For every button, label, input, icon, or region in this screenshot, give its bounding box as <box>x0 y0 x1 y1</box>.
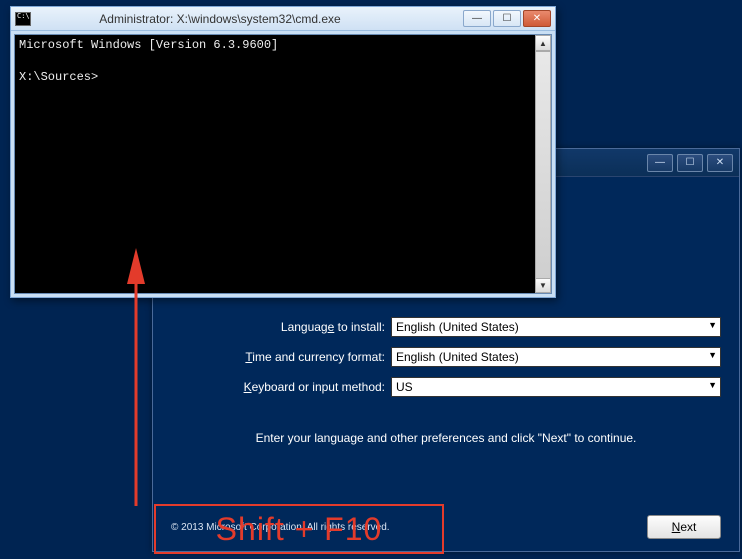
language-value: English (United States) <box>396 320 519 334</box>
next-button[interactable]: Next <box>647 515 721 539</box>
cmd-prompt: X:\Sources> <box>19 70 98 84</box>
scroll-thumb[interactable] <box>535 51 551 279</box>
cmd-minimize-button[interactable]: — <box>463 10 491 27</box>
cmd-version-line: Microsoft Windows [Version 6.3.9600] <box>19 38 278 52</box>
setup-window-controls: — ☐ ✕ <box>647 154 733 172</box>
setup-maximize-button[interactable]: ☐ <box>677 154 703 172</box>
scroll-up-button[interactable]: ▲ <box>535 35 551 51</box>
time-row: Time and currency format: English (Unite… <box>171 347 721 367</box>
keyboard-select[interactable]: US <box>391 377 721 397</box>
cmd-titlebar[interactable]: Administrator: X:\windows\system32\cmd.e… <box>11 7 555 31</box>
keyboard-value: US <box>396 380 413 394</box>
language-row: Language to install: English (United Sta… <box>171 317 721 337</box>
setup-instruction-text: Enter your language and other preference… <box>171 431 721 445</box>
cmd-scrollbar[interactable]: ▲ ▼ <box>535 35 551 293</box>
time-value: English (United States) <box>396 350 519 364</box>
annotation-label: Shift + F10 <box>154 504 444 554</box>
cmd-close-button[interactable]: ✕ <box>523 10 551 27</box>
scroll-down-button[interactable]: ▼ <box>535 277 551 293</box>
annotation-text: Shift + F10 <box>216 511 383 548</box>
cmd-maximize-button[interactable]: ☐ <box>493 10 521 27</box>
time-select[interactable]: English (United States) <box>391 347 721 367</box>
cmd-app-icon <box>15 12 31 26</box>
chevron-up-icon: ▲ <box>539 39 547 48</box>
cmd-output: Microsoft Windows [Version 6.3.9600] X:\… <box>15 35 551 88</box>
keyboard-row: Keyboard or input method: US <box>171 377 721 397</box>
cmd-window-controls: — ☐ ✕ <box>463 10 551 27</box>
chevron-down-icon: ▼ <box>539 281 547 290</box>
cmd-title-text: Administrator: X:\windows\system32\cmd.e… <box>37 12 463 26</box>
maximize-icon: ☐ <box>686 157 695 168</box>
setup-minimize-button[interactable]: — <box>647 154 673 172</box>
cmd-body[interactable]: Microsoft Windows [Version 6.3.9600] X:\… <box>14 34 552 294</box>
setup-close-button[interactable]: ✕ <box>707 154 733 172</box>
cmd-window: Administrator: X:\windows\system32\cmd.e… <box>10 6 556 298</box>
maximize-icon: ☐ <box>503 13 512 24</box>
language-label: Language to install: <box>171 320 391 334</box>
close-icon: ✕ <box>533 13 541 24</box>
language-select[interactable]: English (United States) <box>391 317 721 337</box>
close-icon: ✕ <box>716 157 724 168</box>
time-label: Time and currency format: <box>171 350 391 364</box>
minimize-icon: — <box>655 157 665 168</box>
minimize-icon: — <box>472 13 482 24</box>
keyboard-label: Keyboard or input method: <box>171 380 391 394</box>
